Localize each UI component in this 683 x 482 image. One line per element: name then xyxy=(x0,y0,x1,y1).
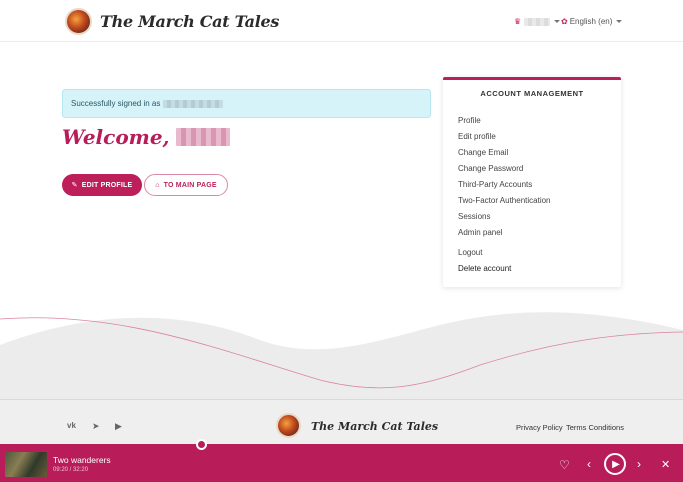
user-menu[interactable]: ♛ xyxy=(514,17,561,26)
signed-in-alert: Successfully signed in as xyxy=(62,89,431,118)
track-title: Two wanderers xyxy=(53,455,111,465)
globe-icon: ✿ xyxy=(561,17,568,26)
to-main-page-label: TO MAIN PAGE xyxy=(163,181,217,189)
menu-item-logout[interactable]: Logout xyxy=(458,248,482,257)
site-title[interactable]: The March Cat Tales xyxy=(100,12,279,31)
home-icon: ⌂ xyxy=(155,181,160,189)
menu-item-two-factor-auth[interactable]: Two-Factor Authentication xyxy=(458,196,551,205)
close-icon[interactable]: ✕ xyxy=(661,458,670,471)
pencil-icon: ✎ xyxy=(71,182,78,189)
menu-item-edit-profile[interactable]: Edit profile xyxy=(458,132,496,141)
previous-icon[interactable]: ‹ xyxy=(587,457,591,471)
edit-profile-label: EDIT PROFILE xyxy=(81,181,133,189)
progress-handle[interactable] xyxy=(196,439,207,450)
menu-item-profile[interactable]: Profile xyxy=(458,116,481,125)
language-menu[interactable]: ✿ English (en) xyxy=(561,17,623,26)
telegram-icon[interactable]: ➤ xyxy=(92,421,100,432)
terms-conditions-link[interactable]: Terms Conditions xyxy=(566,423,624,432)
menu-item-admin-panel[interactable]: Admin panel xyxy=(458,228,502,237)
track-thumbnail xyxy=(5,452,47,477)
youtube-icon[interactable]: ▶ xyxy=(115,421,122,432)
username-redacted xyxy=(524,17,551,26)
menu-item-sessions[interactable]: Sessions xyxy=(458,212,490,221)
account-management-panel: ACCOUNT MANAGEMENT Profile Edit profile … xyxy=(443,77,621,287)
welcome-heading: Welcome, xyxy=(62,125,230,149)
panel-title: ACCOUNT MANAGEMENT xyxy=(480,89,584,98)
edit-profile-button[interactable]: ✎ EDIT PROFILE xyxy=(62,174,142,196)
menu-item-change-email[interactable]: Change Email xyxy=(458,148,508,157)
footer-logo[interactable] xyxy=(276,413,301,438)
username-redacted xyxy=(175,128,230,146)
vk-icon[interactable]: vk xyxy=(67,421,76,430)
site-footer: vk ➤ ▶ The March Cat Tales Privacy Polic… xyxy=(0,399,683,445)
crown-icon: ♛ xyxy=(514,17,522,26)
chevron-down-icon xyxy=(616,20,623,23)
site-header: The March Cat Tales ♛ ✿ English (en) xyxy=(0,0,683,42)
wave-decoration xyxy=(0,312,683,400)
footer-site-title[interactable]: The March Cat Tales xyxy=(311,420,438,433)
chevron-down-icon xyxy=(554,20,561,23)
alert-text: Successfully signed in as xyxy=(71,99,161,108)
menu-item-change-password[interactable]: Change Password xyxy=(458,164,523,173)
play-button[interactable]: ▶ xyxy=(604,453,626,475)
username-redacted xyxy=(163,99,224,108)
language-label: English (en) xyxy=(569,17,613,26)
next-icon[interactable]: › xyxy=(637,457,641,471)
heart-icon[interactable]: ♡ xyxy=(559,458,570,472)
menu-item-delete-account[interactable]: Delete account xyxy=(458,264,511,273)
site-logo[interactable] xyxy=(65,8,92,35)
track-time: 09:20 / 32:20 xyxy=(53,467,89,473)
to-main-page-button[interactable]: ⌂ TO MAIN PAGE xyxy=(144,174,228,196)
welcome-text: Welcome, xyxy=(62,125,170,149)
privacy-policy-link[interactable]: Privacy Policy xyxy=(516,423,563,432)
menu-item-third-party-accounts[interactable]: Third-Party Accounts xyxy=(458,180,532,189)
